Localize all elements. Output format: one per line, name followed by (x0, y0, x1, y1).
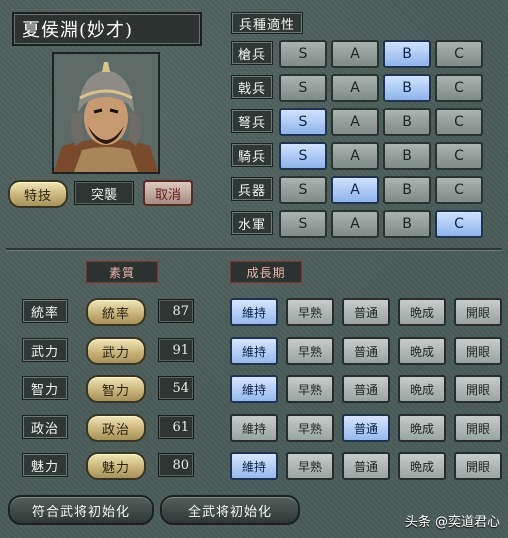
aptitude-option-c[interactable]: C (435, 108, 483, 136)
growth-option[interactable]: 維持 (230, 375, 278, 403)
growth-option[interactable]: 開眼 (454, 337, 502, 365)
aptitude-option-a[interactable]: A (331, 108, 379, 136)
growth-option[interactable]: 晩成 (398, 337, 446, 365)
aptitude-option-a[interactable]: A (331, 40, 379, 68)
growth-option[interactable]: 普通 (342, 337, 390, 365)
stat-edit-button[interactable]: 政治 (86, 414, 146, 442)
growth-option[interactable]: 開眼 (454, 452, 502, 480)
skill-value: 突襲 (74, 181, 134, 205)
growth-option[interactable]: 早熟 (286, 375, 334, 403)
aptitude-option-s[interactable]: S (279, 40, 327, 68)
growth-option[interactable]: 開眼 (454, 414, 502, 442)
stat-value: 91 (158, 338, 194, 362)
stat-edit-button[interactable]: 智力 (86, 375, 146, 403)
growth-option[interactable]: 晩成 (398, 375, 446, 403)
stat-value: 61 (158, 415, 194, 439)
stat-value: 87 (158, 299, 194, 323)
growth-option[interactable]: 早熟 (286, 298, 334, 326)
aptitude-option-s[interactable]: S (279, 176, 327, 204)
stat-label: 武力 (22, 338, 68, 362)
stat-label: 智力 (22, 376, 68, 400)
growth-option[interactable]: 晩成 (398, 298, 446, 326)
growth-option[interactable]: 普通 (342, 452, 390, 480)
general-portrait (52, 52, 160, 174)
growth-option[interactable]: 早熟 (286, 452, 334, 480)
growth-option[interactable]: 早熟 (286, 414, 334, 442)
aptitude-label: 戟兵 (231, 75, 273, 99)
aptitude-option-s[interactable]: S (279, 210, 327, 238)
aptitude-option-b[interactable]: B (383, 176, 431, 204)
aptitude-option-s[interactable]: S (279, 142, 327, 170)
aptitude-option-a[interactable]: A (331, 210, 379, 238)
reset-matching-generals-button[interactable]: 符合武将初始化 (8, 495, 154, 525)
watermark-text: 头条 @奕道君心 (404, 515, 500, 530)
growth-option[interactable]: 開眼 (454, 298, 502, 326)
aptitude-label: 水軍 (231, 211, 273, 235)
aptitude-label: 騎兵 (231, 143, 273, 167)
growth-option[interactable]: 晩成 (398, 452, 446, 480)
growth-option[interactable]: 維持 (230, 414, 278, 442)
aptitude-option-a[interactable]: A (331, 176, 379, 204)
growth-option[interactable]: 維持 (230, 298, 278, 326)
growth-option[interactable]: 晩成 (398, 414, 446, 442)
growth-option[interactable]: 維持 (230, 452, 278, 480)
aptitude-option-b[interactable]: B (383, 142, 431, 170)
aptitude-option-c[interactable]: C (435, 40, 483, 68)
aptitude-label: 槍兵 (231, 41, 273, 65)
aptitude-option-a[interactable]: A (331, 142, 379, 170)
quality-header: 素質 (86, 261, 158, 283)
portrait-image (54, 54, 158, 172)
stat-value: 54 (158, 376, 194, 400)
cancel-button[interactable]: 取消 (143, 180, 193, 206)
growth-option[interactable]: 維持 (230, 337, 278, 365)
aptitude-option-b[interactable]: B (383, 210, 431, 238)
growth-option[interactable]: 普通 (342, 414, 390, 442)
growth-option[interactable]: 早熟 (286, 337, 334, 365)
reset-all-generals-button[interactable]: 全武将初始化 (160, 495, 300, 525)
stat-label: 政治 (22, 415, 68, 439)
aptitude-option-a[interactable]: A (331, 74, 379, 102)
stat-label: 統率 (22, 299, 68, 323)
stat-edit-button[interactable]: 統率 (86, 298, 146, 326)
section-divider (6, 248, 502, 250)
general-name: 夏侯淵(妙才) (12, 12, 202, 46)
stat-value: 80 (158, 453, 194, 477)
aptitude-option-c[interactable]: C (435, 176, 483, 204)
aptitude-option-s[interactable]: S (279, 74, 327, 102)
growth-option[interactable]: 普通 (342, 375, 390, 403)
aptitude-option-b[interactable]: B (383, 108, 431, 136)
growth-option[interactable]: 普通 (342, 298, 390, 326)
aptitude-option-c[interactable]: C (435, 74, 483, 102)
aptitude-title: 兵種適性 (231, 12, 303, 34)
stat-edit-button[interactable]: 武力 (86, 337, 146, 365)
aptitude-option-s[interactable]: S (279, 108, 327, 136)
aptitude-option-c[interactable]: C (435, 142, 483, 170)
aptitude-label: 弩兵 (231, 109, 273, 133)
aptitude-label: 兵器 (231, 177, 273, 201)
skill-button[interactable]: 特技 (8, 180, 68, 208)
aptitude-option-b[interactable]: B (383, 74, 431, 102)
growth-header: 成長期 (230, 261, 302, 283)
aptitude-option-c[interactable]: C (435, 210, 483, 238)
stat-edit-button[interactable]: 魅力 (86, 452, 146, 480)
aptitude-option-b[interactable]: B (383, 40, 431, 68)
stat-label: 魅力 (22, 453, 68, 477)
growth-option[interactable]: 開眼 (454, 375, 502, 403)
